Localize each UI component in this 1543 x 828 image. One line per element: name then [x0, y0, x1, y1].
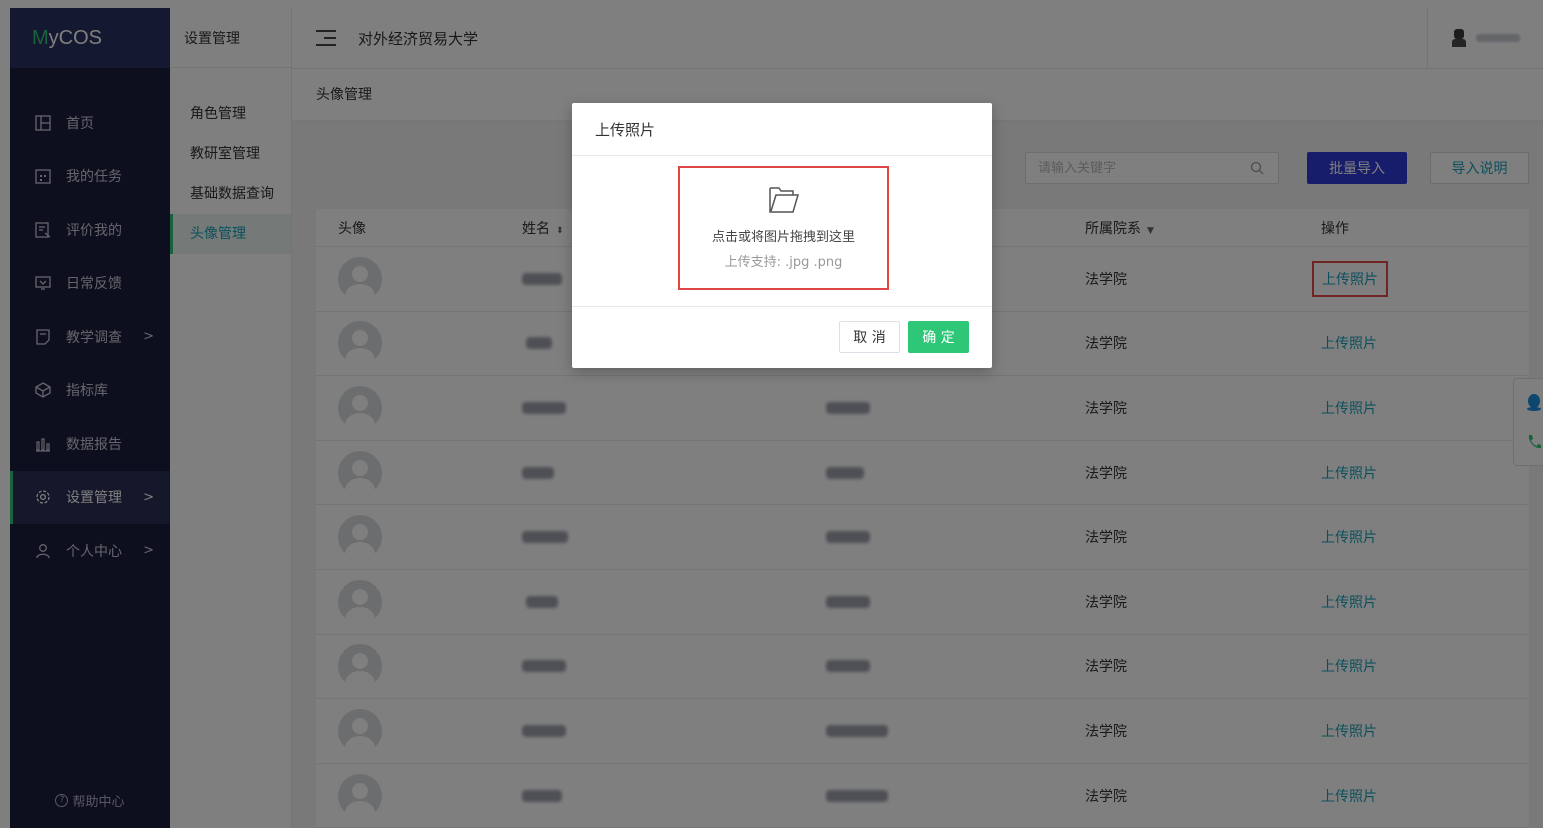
folder-icon	[680, 184, 887, 218]
confirm-button[interactable]: 确 定	[908, 321, 969, 353]
dialog-divider	[572, 306, 992, 307]
upload-photo-dialog: 上传照片 点击或将图片拖拽到这里 上传支持: .jpg .png 取 消 确 定	[572, 103, 992, 368]
image-dropzone[interactable]: 点击或将图片拖拽到这里 上传支持: .jpg .png	[678, 166, 889, 290]
supported-formats: 上传支持: .jpg .png	[724, 255, 843, 270]
drop-instruction: 点击或将图片拖拽到这里	[711, 230, 855, 245]
cancel-button[interactable]: 取 消	[839, 321, 900, 353]
dialog-title: 上传照片	[572, 103, 992, 156]
